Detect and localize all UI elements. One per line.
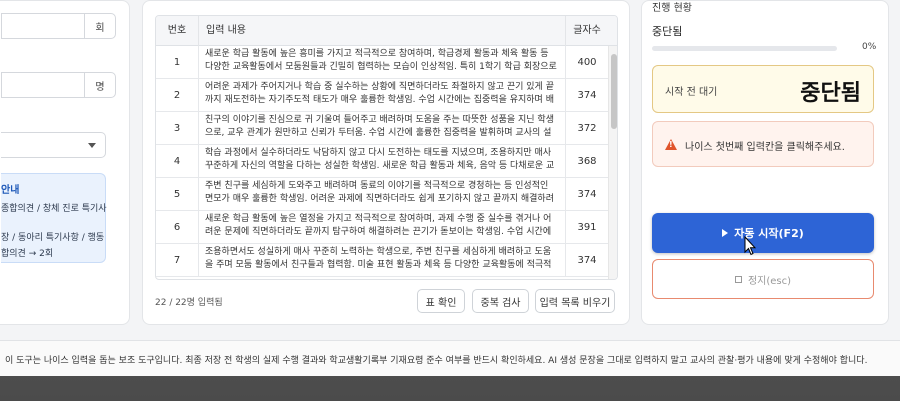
alert-text: 나이스 첫번째 입력칸을 클릭해주세요. xyxy=(685,142,845,153)
row-no: 2 xyxy=(156,79,199,112)
row-count: 374 xyxy=(577,90,597,101)
confirm-table-button[interactable]: 표 확인 xyxy=(417,289,465,313)
auto-start-button[interactable]: 자동 시작(F2) xyxy=(652,213,874,253)
info-line: 장 / 동아리 특기사항 / 행동 xyxy=(1,233,105,243)
status-text: 중단됨 xyxy=(652,25,683,38)
table-row[interactable]: 6 새로운 학급 활동에 높은 열정을 가지고 적극적으로 참여하며, 과제 수… xyxy=(156,211,608,244)
info-line: 합의견 → 2회 xyxy=(1,249,54,259)
info-box: 안내 종합의견 / 창체 진로 특기사 장 / 동아리 특기사항 / 행동 합의… xyxy=(1,173,107,263)
progress-label: 진행 현황 xyxy=(652,3,692,14)
table-row[interactable]: 1 새로운 학급 활동에 높은 흥미를 가지고 적극적으로 참여하며, 학급경제… xyxy=(156,46,608,79)
row-content: 새로운 학급 활동에 높은 흥미를 가지고 적극적으로 참여하며, 학급경제 활… xyxy=(199,46,566,79)
info-line: 종합의견 / 창체 진로 특기사 xyxy=(1,204,107,214)
header-no: 번호 xyxy=(156,16,199,46)
row-content: 어려운 과제가 주어지거나 학습 중 실수하는 상황에 직면하더라도 좌절하지 … xyxy=(199,79,566,112)
progress-percent: 0% xyxy=(862,42,877,52)
table-row[interactable]: 7 조용하면서도 성실하게 매사 꾸준히 노력하는 학생으로, 주변 친구를 세… xyxy=(156,244,608,277)
students-input[interactable] xyxy=(1,72,84,98)
control-panel: 진행 현황 중단됨 0% 시작 전 대기 중단됨 나이스 첫번째 입력칸을 클릭… xyxy=(641,0,889,325)
play-icon xyxy=(722,229,729,237)
row-no: 7 xyxy=(156,244,199,277)
mouse-pointer-icon xyxy=(744,236,756,256)
progress-bar xyxy=(652,46,837,51)
row-content: 새로운 학급 활동에 높은 열정을 가지고 적극적으로 참여하며, 과제 수행 … xyxy=(199,211,566,244)
row-count: 391 xyxy=(577,222,597,233)
row-count: 400 xyxy=(577,57,597,68)
start-wait-label: 시작 전 대기 xyxy=(665,87,718,98)
input-table: 번호 입력 내용 글자수 1 새로운 학급 활동에 높은 흥미를 가지고 적극적… xyxy=(155,15,618,280)
row-content: 조용하면서도 성실하게 매사 꾸준히 노력하는 학생으로, 주변 친구를 세심하… xyxy=(199,244,566,277)
row-count: 368 xyxy=(577,156,597,167)
scroll-thumb[interactable] xyxy=(611,54,617,129)
row-no: 3 xyxy=(156,112,199,145)
table-scrollbar[interactable] xyxy=(608,46,617,279)
app-window: 회 명 안내 종합의견 / 창체 진로 특기사 장 / 동아리 특기사항 / 행… xyxy=(0,0,900,340)
start-wait-box: 시작 전 대기 중단됨 xyxy=(652,65,874,113)
stop-button[interactable]: 정지(esc) xyxy=(652,259,874,299)
table-header: 번호 입력 내용 글자수 xyxy=(156,16,617,46)
settings-panel: 회 명 안내 종합의견 / 창체 진로 특기사 장 / 동아리 특기사항 / 행… xyxy=(0,0,130,325)
row-count: 374 xyxy=(577,189,597,200)
table-row[interactable]: 3 친구의 이야기를 진심으로 귀 기울여 들어주고 배려하며 도움을 주는 따… xyxy=(156,112,608,145)
count-input[interactable] xyxy=(1,13,84,39)
row-count: 372 xyxy=(577,123,597,134)
row-content: 학습 과정에서 실수하더라도 낙담하지 않고 다시 도전하는 태도를 지녔으며,… xyxy=(199,145,566,178)
disclaimer-bar: 이 도구는 나이스 입력을 돕는 보조 도구입니다. 최종 저장 전 학생의 실… xyxy=(0,340,900,376)
table-row[interactable]: 5 주변 친구를 세심하게 도와주고 배려하며 동료의 이야기를 적극적으로 경… xyxy=(156,178,608,211)
row-content: 친구의 이야기를 진심으로 귀 기울여 들어주고 배려하며 도움을 주는 따뜻한… xyxy=(199,112,566,145)
disclaimer-text: 이 도구는 나이스 입력을 돕는 보조 도구입니다. 최종 저장 전 학생의 실… xyxy=(5,356,868,366)
area-select[interactable] xyxy=(1,132,106,158)
input-list-panel: 번호 입력 내용 글자수 1 새로운 학급 활동에 높은 흥미를 가지고 적극적… xyxy=(142,0,630,325)
table-row[interactable]: 4 학습 과정에서 실수하더라도 낙담하지 않고 다시 도전하는 태도를 지녔으… xyxy=(156,145,608,178)
alert-box: 나이스 첫번째 입력칸을 클릭해주세요. xyxy=(652,121,874,167)
header-count: 글자수 xyxy=(573,25,601,36)
duplicate-check-button[interactable]: 중복 검사 xyxy=(472,289,529,313)
row-no: 4 xyxy=(156,145,199,178)
clear-list-button[interactable]: 입력 목록 비우기 xyxy=(535,289,615,313)
stop-label: 정지(esc) xyxy=(747,275,792,287)
row-no: 1 xyxy=(156,46,199,79)
row-no: 5 xyxy=(156,178,199,211)
warning-icon xyxy=(665,139,677,150)
chevron-down-icon xyxy=(88,143,96,148)
count-unit: 회 xyxy=(84,13,116,39)
table-row[interactable]: 2 어려운 과제가 주어지거나 학습 중 실수하는 상황에 직면하더라도 좌절하… xyxy=(156,79,608,112)
entered-count: 22 / 22명 입력됨 xyxy=(155,298,223,308)
stop-icon xyxy=(734,275,742,283)
students-unit: 명 xyxy=(84,72,116,98)
header-content: 입력 내용 xyxy=(199,16,566,46)
info-title: 안내 xyxy=(1,185,20,196)
start-wait-value: 중단됨 xyxy=(800,81,861,106)
row-count: 374 xyxy=(577,255,597,266)
row-no: 6 xyxy=(156,211,199,244)
row-content: 주변 친구를 세심하게 도와주고 배려하며 동료의 이야기를 적극적으로 경청하… xyxy=(199,178,566,211)
